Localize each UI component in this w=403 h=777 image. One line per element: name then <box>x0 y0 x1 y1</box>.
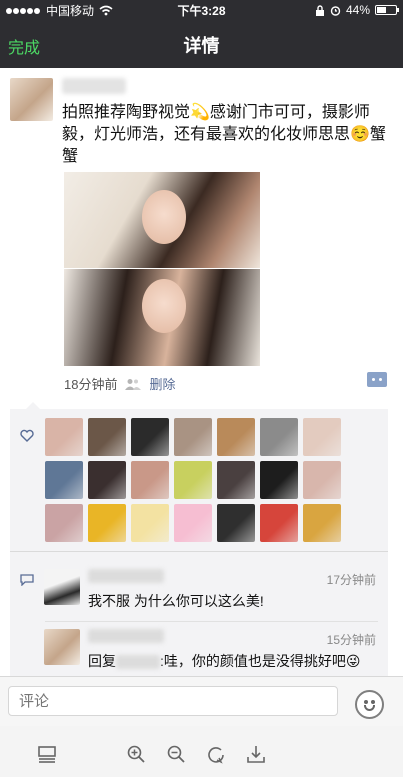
like-avatar-6[interactable] <box>260 418 298 456</box>
carrier-label: 中国移动 <box>46 3 95 18</box>
reply-author-name-blurred[interactable] <box>88 629 164 643</box>
commenter-name-blurred[interactable] <box>88 569 164 583</box>
lock-rotation-icon <box>315 4 324 16</box>
comment-time: 17分钟前 <box>326 573 376 587</box>
signal-icon <box>6 3 41 17</box>
post-text: 拍照推荐陶野视觉💫感谢门市可可，摄影师毅，灯光师浩，还有最喜欢的化妆师思思☺️蟹… <box>62 104 386 165</box>
reply-target-blurred[interactable] <box>116 655 160 670</box>
comment-text: 我不服 为什么你可以这么美! <box>88 593 264 609</box>
bottom-toolbar <box>0 726 403 777</box>
reply-body: :哇，你的颜值也是没得挑好吧😜 <box>160 653 361 669</box>
like-avatar-8[interactable] <box>45 461 83 499</box>
comment-divider <box>45 621 378 622</box>
like-avatar-7[interactable] <box>303 418 341 456</box>
battery-percent: 44% <box>345 3 370 17</box>
like-avatar-11[interactable] <box>174 461 212 499</box>
commenter-avatar[interactable] <box>44 569 80 605</box>
like-avatar-15[interactable] <box>45 504 83 542</box>
heart-icon <box>20 429 34 442</box>
likes-grid <box>45 418 355 542</box>
like-avatar-20[interactable] <box>260 504 298 542</box>
visibility-icon <box>125 378 142 390</box>
like-avatar-3[interactable] <box>131 418 169 456</box>
battery-icon <box>375 5 399 15</box>
delete-link[interactable]: 删除 <box>149 374 175 393</box>
like-avatar-16[interactable] <box>88 504 126 542</box>
like-avatar-13[interactable] <box>260 461 298 499</box>
like-avatar-4[interactable] <box>174 418 212 456</box>
like-avatar-1[interactable] <box>45 418 83 456</box>
comment-more-button[interactable] <box>367 372 387 387</box>
panel-divider <box>10 551 388 552</box>
zoom-out-icon[interactable] <box>166 744 186 764</box>
page-title: 详情 <box>183 36 220 56</box>
rotate-icon[interactable] <box>206 744 226 764</box>
post-meta: 18分钟前 删除 <box>64 374 175 393</box>
reply-avatar[interactable] <box>44 629 80 665</box>
comment-input-bar <box>0 676 403 726</box>
nav-bar: 完成 详情 <box>0 20 403 68</box>
comment-bubble-icon <box>20 574 34 586</box>
like-avatar-12[interactable] <box>217 461 255 499</box>
wifi-icon <box>99 5 113 15</box>
like-avatar-2[interactable] <box>88 418 126 456</box>
post-photo-1[interactable] <box>64 172 260 268</box>
layout-icon[interactable] <box>37 744 57 764</box>
like-avatar-17[interactable] <box>131 504 169 542</box>
reply-prefix: 回复 <box>88 653 116 669</box>
author-avatar[interactable] <box>10 78 53 121</box>
comment-input[interactable] <box>8 686 338 716</box>
post-time: 18分钟前 <box>64 377 118 392</box>
like-avatar-18[interactable] <box>174 504 212 542</box>
author-name-blurred[interactable] <box>62 78 126 94</box>
download-icon[interactable] <box>246 744 266 764</box>
emoji-button[interactable] <box>355 690 384 719</box>
reply-text: 回复 :哇，你的颜值也是没得挑好吧😜 <box>88 651 360 671</box>
like-avatar-5[interactable] <box>217 418 255 456</box>
zoom-in-icon[interactable] <box>126 744 146 764</box>
like-avatar-14[interactable] <box>303 461 341 499</box>
alarm-icon <box>330 5 341 16</box>
like-avatar-9[interactable] <box>88 461 126 499</box>
reply-time: 15分钟前 <box>326 633 376 647</box>
interaction-panel: 17分钟前 我不服 为什么你可以这么美! 15分钟前 回复 :哇，你的颜值也是没得… <box>10 402 388 676</box>
like-avatar-21[interactable] <box>303 504 341 542</box>
post-photo-2[interactable] <box>64 269 260 366</box>
status-bar: 中国移动 下午3:28 44% <box>0 0 403 20</box>
like-avatar-19[interactable] <box>217 504 255 542</box>
like-avatar-10[interactable] <box>131 461 169 499</box>
